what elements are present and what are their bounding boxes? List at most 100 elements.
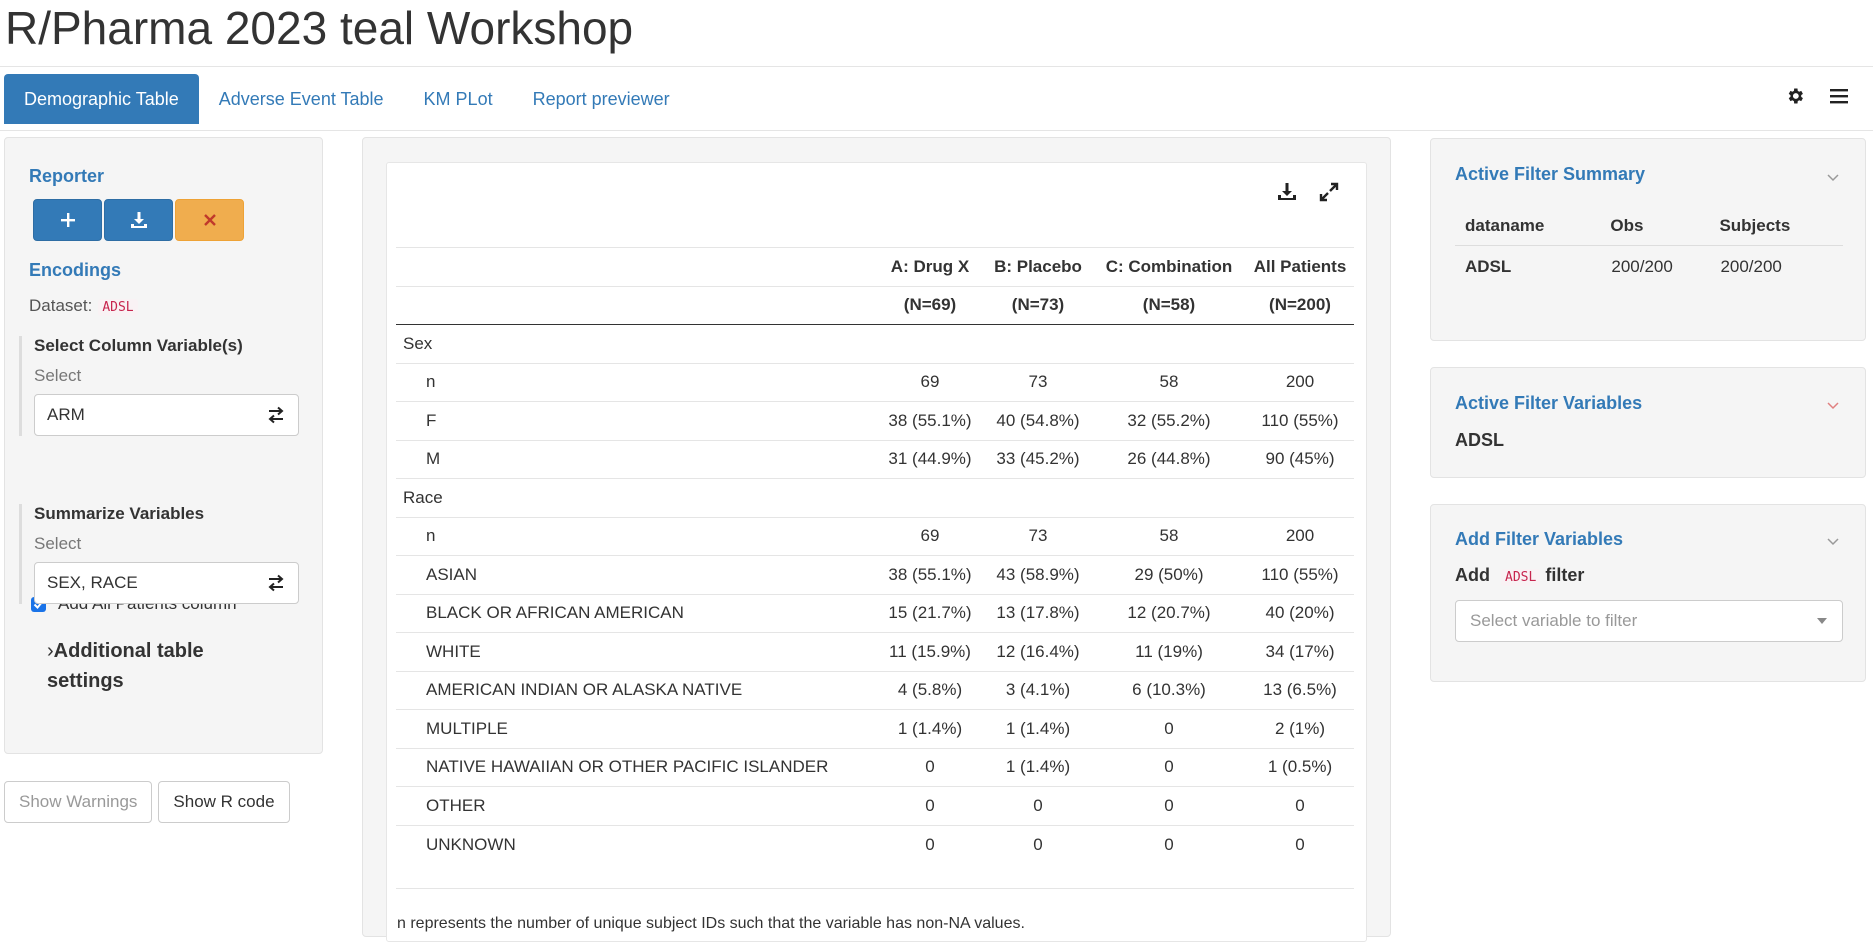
tab-demographic-table[interactable]: Demographic Table — [4, 74, 199, 124]
chevron-down-icon[interactable] — [1827, 171, 1839, 183]
caret-down-icon — [1817, 618, 1827, 624]
filter-variable-select[interactable]: Select variable to filter — [1455, 600, 1843, 642]
table-cell: 0 — [1033, 834, 1043, 854]
table-cell: 0 — [876, 786, 984, 826]
table-cell: 110 (55%) — [1246, 401, 1354, 441]
title-divider — [0, 66, 1873, 67]
table-cell: 33 (45.2%) — [984, 440, 1092, 479]
expand-table-button[interactable] — [1319, 182, 1339, 207]
table-cell: 11 (15.9%) — [876, 632, 984, 672]
add-filter-variables-title[interactable]: Add Filter Variables — [1455, 529, 1623, 550]
table-row: MULTIPLE 1 (1.4%) 1 (1.4%) 0 2 (1%) — [396, 709, 1354, 749]
gear-icon[interactable] — [1783, 84, 1807, 108]
table-cell: 58 — [1092, 517, 1246, 556]
summary-obs: 200/200 — [1611, 257, 1673, 277]
table-cell: 0 — [876, 748, 984, 787]
add-filter-prefix: Add — [1455, 565, 1490, 585]
column-variable-sub: Select — [34, 366, 82, 385]
row-label: M — [396, 440, 876, 479]
add-filter-suffix: filter — [1545, 565, 1585, 585]
summarize-variables-value: SEX, RACE — [47, 573, 138, 592]
group-label: Sex — [396, 324, 1354, 364]
column-n: (N=69) — [876, 286, 984, 325]
table-cell: 1 (1.4%) — [984, 748, 1092, 787]
table-row: OTHER 0 0 0 0 — [396, 786, 1354, 826]
column-n: (N=73) — [984, 286, 1092, 325]
column-n: (N=58) — [1092, 286, 1246, 325]
table-cell: 69 — [876, 517, 984, 556]
table-group-row: Sex — [396, 324, 1354, 364]
main-tabs: Demographic Table Adverse Event Table KM… — [4, 74, 690, 124]
table-row: F 38 (55.1%) 40 (54.8%) 32 (55.2%) 110 (55%) — [396, 401, 1354, 441]
table-group-row: Race — [396, 478, 1354, 518]
summary-header-dataname: dataname — [1455, 207, 1611, 246]
filter-summary-header: dataname Obs Subjects — [1455, 207, 1843, 246]
summarize-variables-select[interactable]: SEX, RACE — [34, 562, 299, 604]
table-cell: 2 (1%) — [1246, 709, 1354, 749]
tab-report-previewer[interactable]: Report previewer — [513, 74, 690, 124]
show-r-code-button[interactable]: Show R code — [158, 781, 290, 823]
active-filter-variables-title[interactable]: Active Filter Variables — [1455, 393, 1642, 414]
table-cell: 0 — [1092, 748, 1246, 787]
table-cell: 38 (55.1%) — [876, 401, 984, 441]
table-cell: 0 — [1246, 786, 1354, 826]
reset-report-button[interactable] — [175, 199, 244, 241]
table-cell: 40 (54.8%) — [984, 401, 1092, 441]
table-cell: 34 (17%) — [1246, 632, 1354, 672]
show-warnings-button[interactable]: Show Warnings — [4, 781, 153, 823]
chevron-down-icon[interactable] — [1827, 535, 1839, 547]
additional-settings-label: Additional table settings — [47, 640, 204, 692]
table-cell: 110 (55%) — [1246, 555, 1354, 595]
filter-summary-table: dataname Obs Subjects ADSL 200/200 200/2… — [1455, 207, 1843, 289]
close-icon — [203, 214, 216, 226]
table-cell: 3 (4.1%) — [984, 671, 1092, 710]
add-card-button[interactable] — [33, 199, 102, 241]
encodings-label: Encodings — [29, 260, 122, 280]
table-cell: 1 (0.5%) — [1246, 748, 1354, 787]
table-cell: 15 (21.7%) — [876, 594, 984, 633]
table-footnote: n represents the number of unique subjec… — [397, 915, 1025, 932]
table-cell: 73 — [984, 517, 1092, 556]
tab-km-plot[interactable]: KM PLot — [404, 74, 513, 124]
table-row: AMERICAN INDIAN OR ALASKA NATIVE 4 (5.8%)… — [396, 671, 1354, 710]
swap-icon — [268, 574, 284, 592]
column-variable-group: Select Column Variable(s) Select ARM — [19, 336, 309, 436]
chevron-right-icon: › — [47, 640, 54, 662]
summary-header-obs: Obs — [1610, 207, 1720, 246]
row-label: F — [396, 401, 876, 441]
table-footer-divider — [396, 888, 1354, 889]
row-label: AMERICAN INDIAN OR ALASKA NATIVE — [396, 671, 876, 710]
table-cell: 40 (20%) — [1246, 594, 1354, 633]
row-label: NATIVE HAWAIIAN OR OTHER PACIFIC ISLANDE… — [396, 748, 876, 787]
column-header: All Patients — [1246, 247, 1354, 287]
table-row: UNKNOWN 0 0 0 0 — [396, 825, 1354, 864]
active-filter-summary-title[interactable]: Active Filter Summary — [1455, 164, 1645, 185]
chevron-down-icon[interactable] — [1827, 399, 1839, 411]
table-cell: 38 (55.1%) — [876, 555, 984, 595]
additional-settings-toggle[interactable]: ›Additional table settings — [47, 636, 277, 696]
table-cell: 0 — [1092, 786, 1246, 826]
row-label: MULTIPLE — [396, 709, 876, 749]
encoding-panel: Reporter Encodings Dataset: ADSL Select C… — [4, 137, 323, 754]
table-cell: 69 — [876, 363, 984, 402]
column-variable-select[interactable]: ARM — [34, 394, 299, 436]
table-cell: 1 (1.4%) — [876, 709, 984, 749]
hamburger-menu-icon[interactable] — [1827, 84, 1851, 108]
plus-icon — [60, 213, 75, 227]
add-filter-line: Add ADSL filter — [1455, 565, 1584, 586]
summary-subjects: 200/200 — [1720, 257, 1782, 277]
table-cell: 58 — [1092, 363, 1246, 402]
tab-adverse-event-table[interactable]: Adverse Event Table — [199, 74, 404, 124]
table-row: n 69 73 58 200 — [396, 517, 1354, 556]
row-label: BLACK OR AFRICAN AMERICAN — [396, 594, 876, 633]
column-n: (N=200) — [1246, 286, 1354, 325]
nav-icons — [1783, 84, 1851, 108]
table-cell: 200 — [1246, 363, 1354, 402]
add-filter-variables-panel: Add Filter Variables Add ADSL filter Sel… — [1430, 504, 1866, 682]
active-filter-summary-panel: Active Filter Summary dataname Obs Subje… — [1430, 138, 1866, 341]
download-table-button[interactable] — [1277, 182, 1297, 207]
table-cell: 1 (1.4%) — [984, 709, 1092, 749]
download-report-button[interactable] — [104, 199, 173, 241]
table-cell: 0 — [1092, 709, 1246, 749]
table-cell: 200 — [1246, 517, 1354, 556]
